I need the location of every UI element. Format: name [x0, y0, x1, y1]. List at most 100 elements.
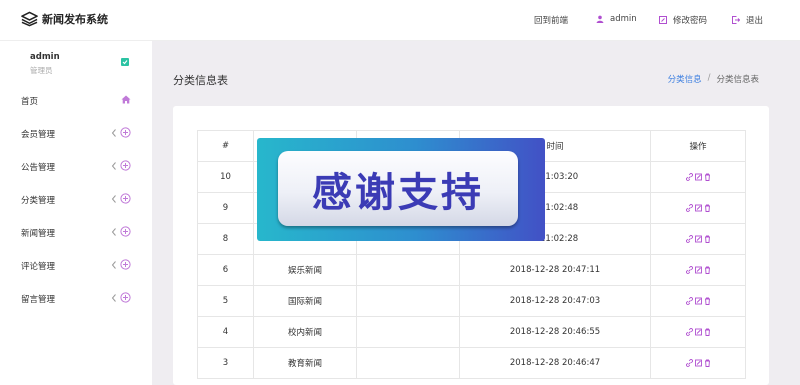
table-cell-id: 6 [197, 254, 254, 286]
table-cell-actions [650, 285, 746, 317]
table-row: 4 校内新闻 2018-12-28 20:46:55 [197, 316, 746, 348]
user-menu[interactable]: admin [596, 14, 637, 24]
sidebar-item-comments[interactable]: 评论管理 [0, 256, 152, 276]
edit-icon[interactable] [694, 204, 702, 212]
table-cell-time: 2018-12-28 20:47:03 [459, 285, 651, 317]
user-role: 管理员 [30, 66, 53, 75]
edit-icon [659, 16, 667, 24]
breadcrumb: 分类信息 / 分类信息表 [668, 73, 759, 85]
user-menu-label: admin [610, 14, 637, 24]
breadcrumb-separator: / [707, 73, 711, 83]
logout-icon [732, 16, 740, 24]
edit-icon[interactable] [694, 266, 702, 274]
plus-circle-icon [120, 292, 131, 303]
link-icon[interactable] [685, 265, 693, 274]
table-row: 3 教育新闻 2018-12-28 20:46:47 [197, 347, 746, 379]
table-cell-id: 9 [197, 192, 254, 224]
sidebar-item-messages[interactable]: 留言管理 [0, 289, 152, 309]
link-icon[interactable] [685, 296, 693, 305]
delete-icon[interactable] [704, 204, 711, 212]
frontend-link[interactable]: 回到前端 [534, 14, 568, 26]
link-icon[interactable] [685, 203, 693, 212]
edit-icon[interactable] [694, 173, 702, 181]
sidebar-item-announcements[interactable]: 公告管理 [0, 157, 152, 177]
sidebar-item-label: 留言管理 [21, 295, 56, 305]
plus-circle-icon [120, 193, 131, 204]
table-cell-actions [650, 161, 746, 193]
sidebar-user: admin 管理员 [0, 51, 152, 81]
frontend-label: 回到前端 [534, 16, 569, 26]
delete-icon[interactable] [704, 359, 711, 367]
table-cell-desc [356, 254, 460, 286]
sidebar-item-label: 首页 [21, 97, 39, 107]
table-cell-name: 国际新闻 [253, 285, 357, 317]
table-cell-actions [650, 192, 746, 224]
sidebar-item-news[interactable]: 新闻管理 [0, 223, 152, 243]
sidebar-item-label: 评论管理 [21, 262, 56, 272]
link-icon[interactable] [685, 358, 693, 367]
sidebar-item-label: 会员管理 [21, 130, 56, 140]
home-icon [121, 95, 131, 104]
thanks-banner-plate: 感谢支持 [278, 151, 518, 226]
sidebar-item-label: 分类管理 [21, 196, 56, 206]
delete-icon[interactable] [704, 297, 711, 305]
table-row: 6 娱乐新闻 2018-12-28 20:47:11 [197, 254, 746, 286]
logout-label: 退出 [746, 16, 764, 26]
sidebar-item-categories[interactable]: 分类管理 [0, 190, 152, 210]
table-cell-actions [650, 254, 746, 286]
sidebar-item-home[interactable]: 首页 [0, 91, 152, 111]
link-icon[interactable] [685, 327, 693, 336]
chevron-left-icon [111, 195, 116, 203]
sidebar-item-members[interactable]: 会员管理 [0, 124, 152, 144]
table-cell-name: 娱乐新闻 [253, 254, 357, 286]
table-cell-actions [650, 223, 746, 255]
user-name: admin [30, 52, 60, 62]
layers-icon [21, 11, 38, 27]
thanks-banner: 感谢支持 [257, 138, 545, 241]
table-cell-id: 8 [197, 223, 254, 255]
table-cell-id: 10 [197, 161, 254, 193]
table-cell-time: 2018-12-28 20:46:55 [459, 316, 651, 348]
breadcrumb-current: 分类信息表 [716, 75, 759, 85]
delete-icon[interactable] [704, 328, 711, 336]
delete-icon[interactable] [704, 173, 711, 181]
edit-icon[interactable] [694, 235, 702, 243]
chevron-left-icon [111, 294, 116, 302]
table-cell-desc [356, 316, 460, 348]
edit-icon[interactable] [694, 297, 702, 305]
change-password-label: 修改密码 [673, 16, 708, 26]
delete-icon[interactable] [704, 235, 711, 243]
sidebar: admin 管理员 首页 会员管理 公告管理 分类管理 新闻管理 评论管理 留言… [0, 41, 152, 385]
page-title: 分类信息表 [173, 74, 228, 87]
chevron-left-icon [111, 162, 116, 170]
chevron-left-icon [111, 261, 116, 269]
chevron-left-icon [111, 129, 116, 137]
chevron-left-icon [111, 228, 116, 236]
plus-circle-icon [120, 160, 131, 171]
edit-icon[interactable] [694, 359, 702, 367]
link-icon[interactable] [685, 234, 693, 243]
table-row: 5 国际新闻 2018-12-28 20:47:03 [197, 285, 746, 317]
checkbox-icon[interactable] [121, 58, 129, 66]
edit-icon[interactable] [694, 328, 702, 336]
breadcrumb-link[interactable]: 分类信息 [668, 73, 702, 85]
delete-icon[interactable] [704, 266, 711, 274]
plus-circle-icon [120, 127, 131, 138]
top-header: 新闻发布系统 回到前端 admin 修改密码 退出 [0, 0, 800, 41]
table-cell-id: 5 [197, 285, 254, 317]
sidebar-item-label: 公告管理 [21, 163, 56, 173]
table-cell-id: 3 [197, 347, 254, 379]
table-cell-name: 教育新闻 [253, 347, 357, 379]
column-header: # [197, 130, 254, 162]
table-cell-desc [356, 285, 460, 317]
table-cell-desc [356, 347, 460, 379]
link-icon[interactable] [685, 172, 693, 181]
logout-link[interactable]: 退出 [732, 14, 763, 26]
table-cell-time: 2018-12-28 20:47:11 [459, 254, 651, 286]
table-cell-time: 2018-12-28 20:46:47 [459, 347, 651, 379]
change-password-link[interactable]: 修改密码 [659, 14, 707, 26]
table-cell-actions [650, 347, 746, 379]
brand-logo[interactable]: 新闻发布系统 [21, 11, 108, 27]
sidebar-item-label: 新闻管理 [21, 229, 56, 239]
user-icon [596, 15, 604, 23]
